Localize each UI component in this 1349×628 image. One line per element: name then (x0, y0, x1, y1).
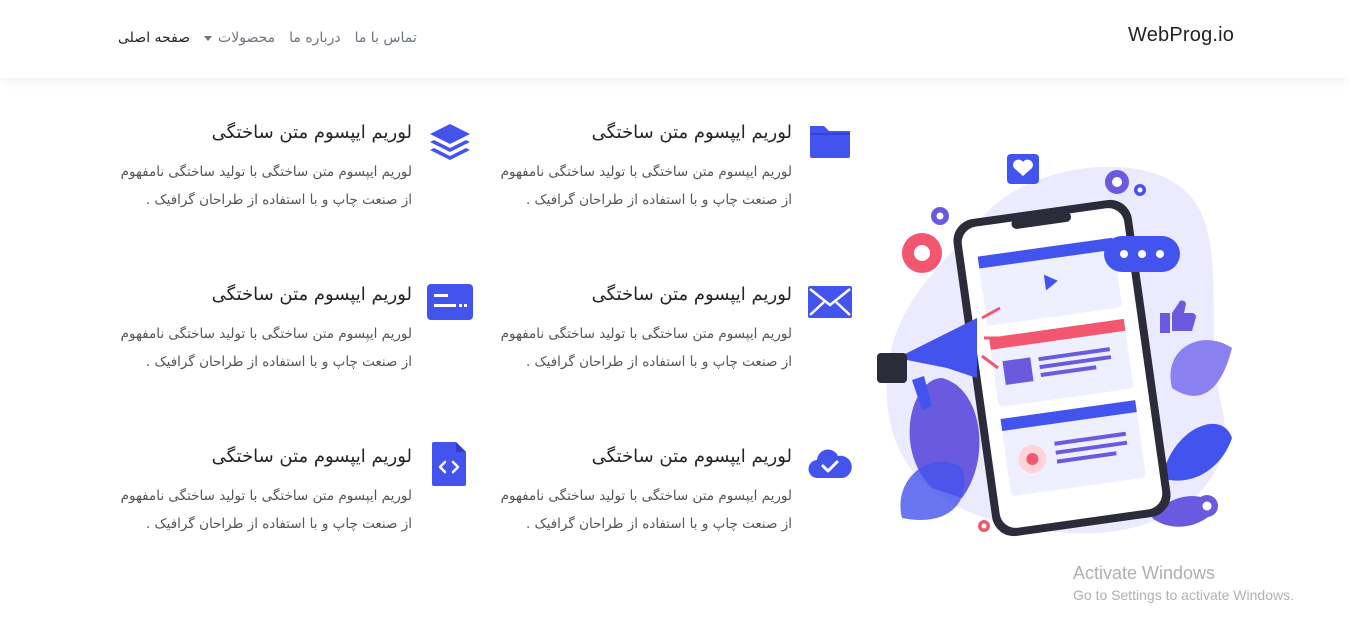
feature-title: لوریم ایپسوم متن ساختگی (211, 446, 412, 467)
nav-products-dropdown[interactable]: محصولات (204, 30, 275, 46)
phone-marketing-illustration (872, 148, 1242, 548)
feature-text: لوریم ایپسوم متن ساختگی با تولید ساختگی … (500, 326, 792, 370)
nav-home[interactable]: صفحه اصلی (118, 30, 190, 46)
nav-menu: صفحه اصلی محصولات درباره ما تماس با ما (118, 27, 417, 49)
card-icon (424, 278, 474, 328)
feature-text: لوریم ایپسوم متن ساختگی با تولید ساختگی … (120, 326, 412, 370)
layers-icon (424, 116, 474, 166)
feature-title: لوریم ایپسوم متن ساختگی (591, 284, 792, 305)
navbar: WebProg.io صفحه اصلی محصولات درباره ما ت… (0, 0, 1349, 78)
caret-down-icon (204, 35, 213, 41)
feature-title: لوریم ایپسوم متن ساختگی (591, 122, 792, 143)
feature-text: لوریم ایپسوم متن ساختگی با تولید ساختگی … (500, 164, 792, 208)
folder-icon (804, 116, 854, 166)
feature-item: لوریم ایپسوم متن ساختگی لوریم ایپسوم متن… (94, 116, 474, 266)
nav-contact[interactable]: تماس با ما (355, 30, 417, 46)
feature-text: لوریم ایپسوم متن ساختگی با تولید ساختگی … (120, 488, 412, 532)
envelope-icon (804, 278, 854, 328)
feature-title: لوریم ایپسوم متن ساختگی (211, 284, 412, 305)
watermark-subtitle: Go to Settings to activate Windows. (1073, 587, 1294, 603)
windows-activation-watermark: Activate Windows Go to Settings to activ… (1073, 563, 1294, 603)
feature-text: لوریم ایپسوم متن ساختگی با تولید ساختگی … (120, 164, 412, 208)
nav-products-label: محصولات (218, 30, 276, 46)
feature-title: لوریم ایپسوم متن ساختگی (591, 446, 792, 467)
feature-item: لوریم ایپسوم متن ساختگی لوریم ایپسوم متن… (94, 440, 474, 590)
cloud-check-icon (804, 440, 854, 490)
brand-logo[interactable]: WebProg.io (1128, 24, 1234, 47)
nav-about[interactable]: درباره ما (289, 30, 340, 46)
watermark-title: Activate Windows (1073, 563, 1216, 583)
code-file-icon (424, 440, 474, 490)
feature-title: لوریم ایپسوم متن ساختگی (211, 122, 412, 143)
feature-item: لوریم ایپسوم متن ساختگی لوریم ایپسوم متن… (474, 116, 854, 266)
feature-text: لوریم ایپسوم متن ساختگی با تولید ساختگی … (500, 488, 792, 532)
feature-item: لوریم ایپسوم متن ساختگی لوریم ایپسوم متن… (94, 278, 474, 428)
feature-item: لوریم ایپسوم متن ساختگی لوریم ایپسوم متن… (474, 440, 854, 590)
feature-item: لوریم ایپسوم متن ساختگی لوریم ایپسوم متن… (474, 278, 854, 428)
